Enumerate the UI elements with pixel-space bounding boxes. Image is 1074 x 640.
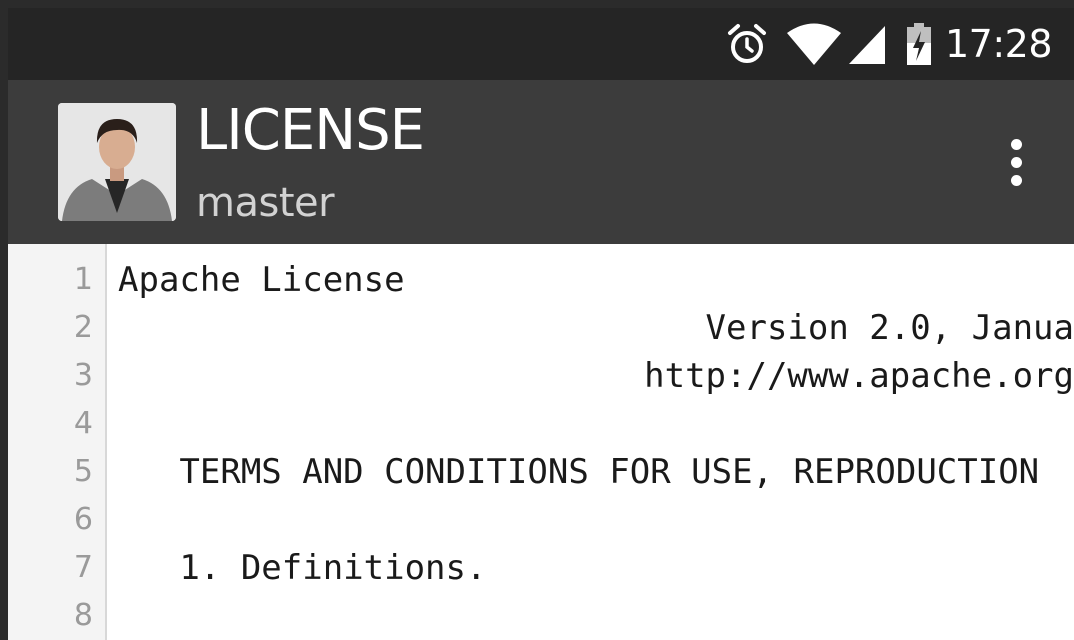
code-line: 3 http://www.apache.org	[8, 352, 1074, 400]
line-text: TERMS AND CONDITIONS FOR USE, REPRODUCTI…	[118, 452, 1040, 492]
wifi-icon	[786, 23, 841, 65]
line-text: Version 2.0, Janua	[705, 308, 1074, 348]
line-number: 6	[73, 502, 93, 537]
file-content-view[interactable]: 1 Apache License 2 Version 2.0, Janua 3 …	[8, 244, 1074, 640]
toolbar-title: LICENSE	[196, 98, 425, 163]
line-text: http://www.apache.org	[644, 356, 1074, 396]
code-line: 6	[8, 496, 1074, 544]
overflow-menu-button[interactable]	[996, 130, 1036, 194]
line-text: 1. Definitions.	[118, 548, 487, 588]
overflow-dot	[1010, 174, 1022, 186]
toolbar: LICENSE master	[8, 80, 1074, 244]
code-line: 5 TERMS AND CONDITIONS FOR USE, REPRODUC…	[8, 448, 1074, 496]
battery-charging-icon	[906, 23, 931, 65]
line-text: Apache License	[118, 260, 405, 300]
code-line: 2 Version 2.0, Janua	[8, 304, 1074, 352]
line-number: 8	[73, 598, 93, 633]
avatar-portrait	[58, 103, 176, 221]
alarm-clock-icon	[727, 24, 766, 63]
status-icons: 17:28	[725, 8, 1053, 80]
overflow-dot	[1010, 156, 1022, 168]
line-number: 3	[73, 358, 93, 393]
line-number: 7	[73, 550, 93, 585]
line-number: 1	[73, 262, 93, 297]
toolbar-subtitle-branch: master	[196, 180, 335, 226]
line-number: 4	[73, 406, 93, 441]
code-line: 8	[8, 592, 1074, 640]
line-number: 5	[73, 454, 93, 489]
app-screen: 17:28 LICENSE master 1 Apache License 2 …	[0, 0, 1074, 640]
cellular-signal-icon	[848, 26, 885, 64]
code-line: 4	[8, 400, 1074, 448]
code-line: 7 1. Definitions.	[8, 544, 1074, 592]
status-bar: 17:28	[8, 8, 1074, 80]
code-line: 1 Apache License	[8, 256, 1074, 304]
line-number: 2	[73, 310, 93, 345]
status-time: 17:28	[944, 22, 1053, 66]
overflow-menu-icon	[1010, 138, 1022, 150]
user-avatar[interactable]	[58, 103, 176, 221]
